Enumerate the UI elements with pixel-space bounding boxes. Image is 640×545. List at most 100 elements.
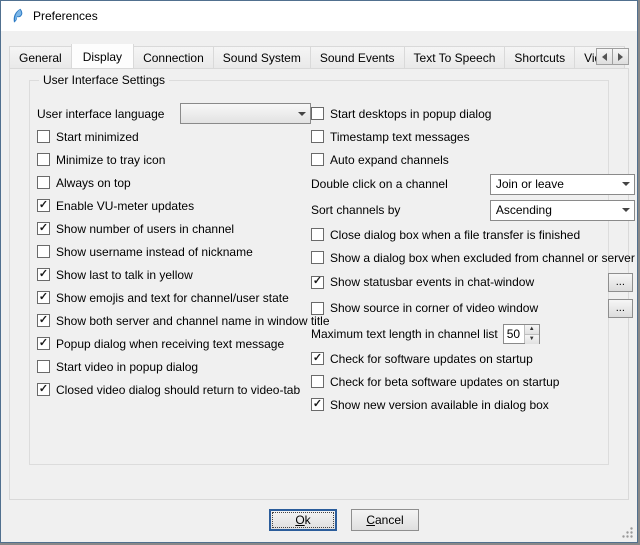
language-dropdown[interactable] [180,103,311,124]
sort-channels-dropdown[interactable]: Ascending [490,200,635,221]
sort-channels-label: Sort channels by [311,203,400,217]
checkbox-box [37,245,50,258]
checkbox-show-user-count[interactable]: Show number of users in channel [37,217,311,240]
tab-sound-events[interactable]: Sound Events [310,46,405,68]
checkbox-always-on-top[interactable]: Always on top [37,171,311,194]
checkbox-video-return-tab[interactable]: Closed video dialog should return to vid… [37,378,311,401]
tab-scroll-left-button[interactable] [596,48,613,65]
checkbox-box [37,222,50,235]
checkbox-box [37,337,50,350]
checkbox-label: Timestamp text messages [330,130,470,144]
checkbox-box [311,130,324,143]
statusbar-events-row: Show statusbar events in chat-window ... [311,269,635,295]
checkbox-label: Show last to talk in yellow [56,268,193,282]
checkbox-box [311,251,324,264]
checkbox-desktops-popup[interactable]: Start desktops in popup dialog [311,102,635,125]
right-column: Start desktops in popup dialog Timestamp… [311,102,635,416]
checkbox-popup-text-message[interactable]: Popup dialog when receiving text message [37,332,311,355]
checkbox-box [311,398,324,411]
max-text-length-value: 50 [504,325,524,343]
checkbox-label: Show emojis and text for channel/user st… [56,291,289,305]
dialog-button-row: Ok Cancel [26,509,638,531]
checkbox-minimize-to-tray[interactable]: Minimize to tray icon [37,148,311,171]
double-click-dropdown[interactable]: Join or leave [490,174,635,195]
video-source-row: Show source in corner of video window ..… [311,295,635,321]
checkbox-emoji-text-state[interactable]: Show emojis and text for channel/user st… [37,286,311,309]
checkbox-last-talk-yellow[interactable]: Show last to talk in yellow [37,263,311,286]
resize-grip[interactable] [621,526,634,539]
statusbar-events-config-button[interactable]: ... [608,273,633,292]
checkbox-check-updates[interactable]: Check for software updates on startup [311,347,635,370]
tab-scroll-right-button[interactable] [612,48,629,65]
double-click-row: Double click on a channel Join or leave [311,171,635,197]
cancel-button[interactable]: Cancel [351,509,419,531]
checkbox-label: Show new version available in dialog box [330,398,549,412]
checkbox-label: Start desktops in popup dialog [330,107,491,121]
tab-sound-system[interactable]: Sound System [213,46,311,68]
checkbox-label: Closed video dialog should return to vid… [56,383,300,397]
tab-content-pane: User Interface Settings User interface l… [9,68,629,500]
checkbox-timestamp-messages[interactable]: Timestamp text messages [311,125,635,148]
checkbox-box [311,352,324,365]
tab-shortcuts[interactable]: Shortcuts [504,46,575,68]
checkbox-excluded-dialog[interactable]: Show a dialog box when excluded from cha… [311,246,635,269]
checkbox-box [311,107,324,120]
checkbox-box [37,314,50,327]
app-icon[interactable] [9,8,25,24]
checkbox-close-on-transfer-finished[interactable]: Close dialog box when a file transfer is… [311,223,635,246]
checkbox-video-popup[interactable]: Start video in popup dialog [37,355,311,378]
max-text-length-spinner[interactable]: 50 ▲ ▼ [503,324,540,344]
checkbox-label: Show statusbar events in chat-window [330,275,534,289]
checkbox-label: Popup dialog when receiving text message [56,337,284,351]
checkbox-box [37,360,50,373]
chevron-down-icon [618,201,634,220]
ok-button[interactable]: Ok [269,509,337,531]
double-click-value: Join or leave [496,177,564,191]
checkbox-video-source-corner[interactable]: Show source in corner of video window [311,301,538,315]
tab-text-to-speech[interactable]: Text To Speech [404,46,506,68]
checkbox-vu-meter-updates[interactable]: Enable VU-meter updates [37,194,311,217]
video-source-config-button[interactable]: ... [608,299,633,318]
checkbox-statusbar-events[interactable]: Show statusbar events in chat-window [311,275,534,289]
checkbox-box [37,291,50,304]
tab-connection[interactable]: Connection [133,46,214,68]
tab-general[interactable]: General [9,46,72,68]
checkbox-username-instead-nickname[interactable]: Show username instead of nickname [37,240,311,263]
tab-bar: General Display Connection Sound System … [9,44,629,68]
checkbox-box [311,276,324,289]
checkbox-box [311,375,324,388]
checkbox-box [37,268,50,281]
checkbox-label: Check for beta software updates on start… [330,375,559,389]
checkbox-box [311,302,324,315]
checkbox-check-beta-updates[interactable]: Check for beta software updates on start… [311,370,635,393]
group-title: User Interface Settings [39,73,169,87]
language-row: User interface language [37,102,311,125]
sort-channels-value: Ascending [496,203,552,217]
tab-display[interactable]: Display [71,44,134,68]
checkbox-box [37,130,50,143]
checkbox-label: Close dialog box when a file transfer is… [330,228,580,242]
max-text-length-label: Maximum text length in channel list [311,327,498,341]
checkbox-label: Check for software updates on startup [330,352,533,366]
checkbox-label: Show number of users in channel [56,222,234,236]
checkbox-label: Show source in corner of video window [330,301,538,315]
checkbox-server-channel-in-title[interactable]: Show both server and channel name in win… [37,309,311,332]
left-arrow-icon [602,53,607,61]
sort-channels-row: Sort channels by Ascending [311,197,635,223]
ui-settings-group: User Interface Settings User interface l… [29,80,609,465]
chevron-down-icon [294,104,310,123]
checkbox-new-version-dialog[interactable]: Show new version available in dialog box [311,393,635,416]
checkbox-label: Start minimized [56,130,139,144]
checkbox-start-minimized[interactable]: Start minimized [37,125,311,148]
checkbox-box [37,199,50,212]
preferences-window: Preferences General Display Connection S… [0,0,638,543]
checkbox-box [37,383,50,396]
checkbox-box [311,153,324,166]
titlebar[interactable]: Preferences [1,1,637,31]
spin-up-icon[interactable]: ▲ [525,325,539,335]
max-text-length-row: Maximum text length in channel list 50 ▲… [311,321,635,347]
checkbox-box [37,176,50,189]
spin-down-icon[interactable]: ▼ [525,335,539,344]
checkbox-auto-expand-channels[interactable]: Auto expand channels [311,148,635,171]
checkbox-label: Minimize to tray icon [56,153,165,167]
